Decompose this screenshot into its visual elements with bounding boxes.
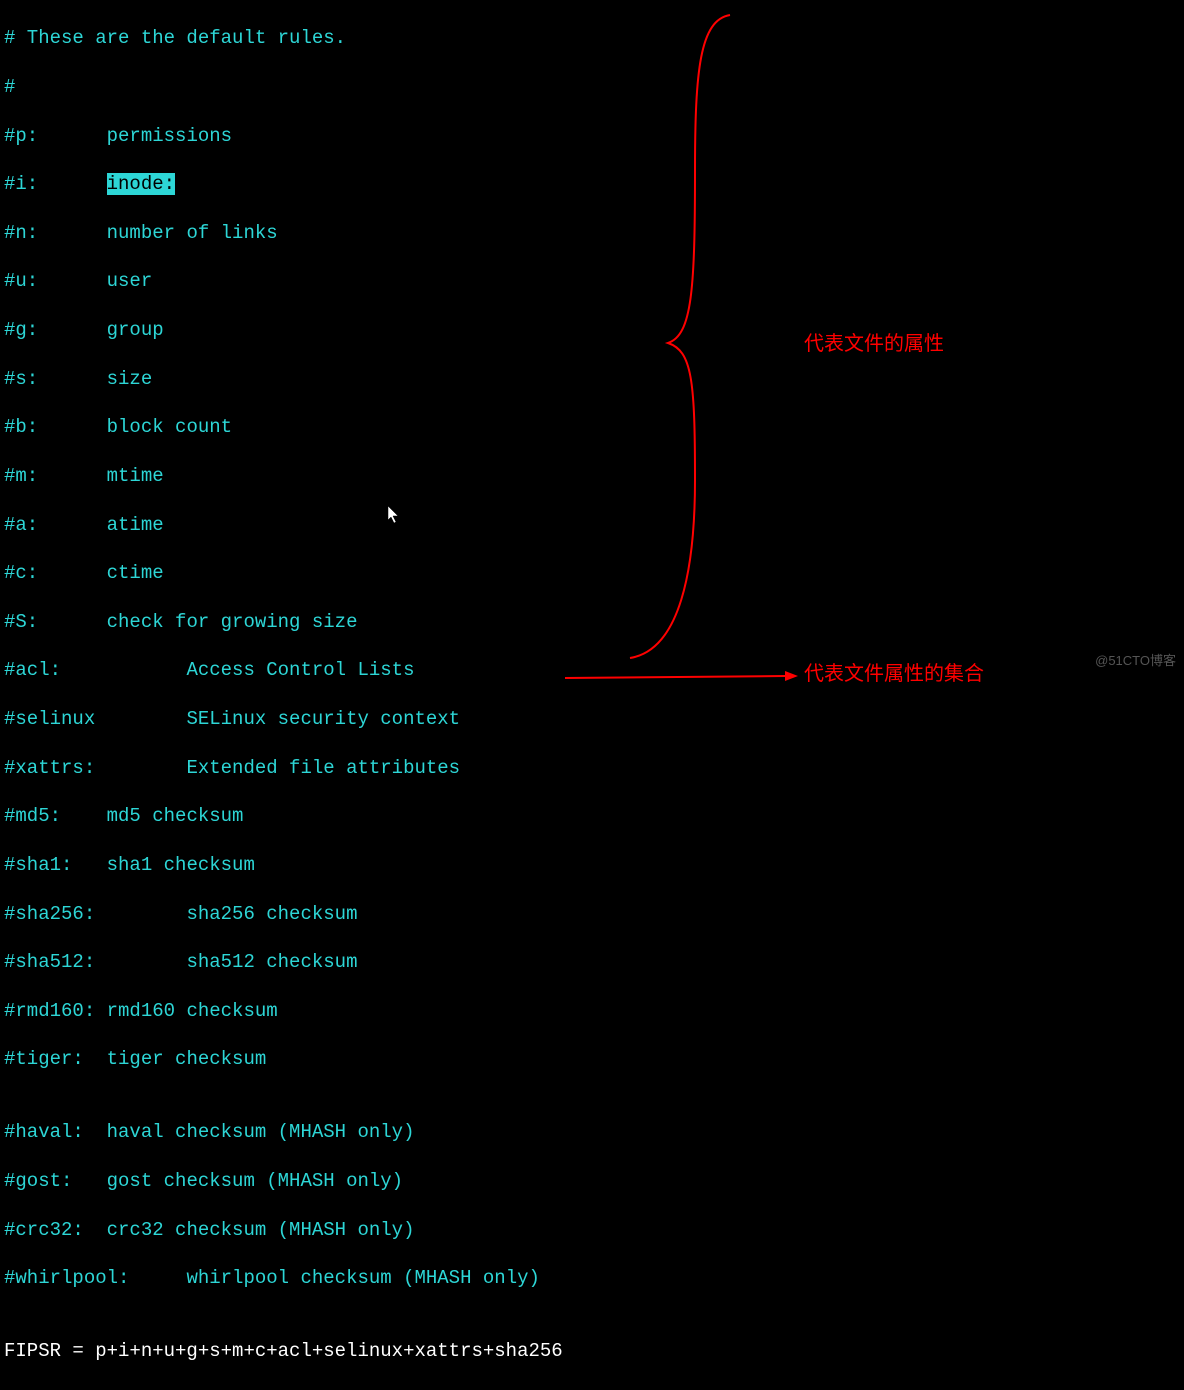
arrow-annotation-icon: [560, 664, 810, 694]
rule-line: #haval: haval checksum (MHASH only): [4, 1120, 1180, 1144]
annotation-attrs: 代表文件的属性: [804, 332, 944, 358]
rule-line: #crc32: crc32 checksum (MHASH only): [4, 1218, 1180, 1242]
watermark-text: @51CTO博客: [1095, 653, 1176, 670]
rule-line: #u: user: [4, 269, 1180, 293]
rule-line: #S: check for growing size: [4, 610, 1180, 634]
rule-line: #g: group: [4, 318, 1180, 342]
rule-line: #md5: md5 checksum: [4, 804, 1180, 828]
highlighted-text: inode:: [107, 173, 175, 195]
annotation-set: 代表文件属性的集合: [804, 662, 984, 688]
rule-line: #selinux SELinux security context: [4, 707, 1180, 731]
rule-line: #rmd160: rmd160 checksum: [4, 999, 1180, 1023]
rule-line: #a: atime: [4, 513, 1180, 537]
rule-line: #sha256: sha256 checksum: [4, 902, 1180, 926]
rule-line: #gost: gost checksum (MHASH only): [4, 1169, 1180, 1193]
rule-line: #sha512: sha512 checksum: [4, 950, 1180, 974]
rule-line: #tiger: tiger checksum: [4, 1047, 1180, 1071]
rule-line: #m: mtime: [4, 464, 1180, 488]
brace-annotation-icon: [620, 10, 800, 660]
rule-line: #p: permissions: [4, 124, 1180, 148]
rule-line: #b: block count: [4, 415, 1180, 439]
rule-line: #c: ctime: [4, 561, 1180, 585]
comment-line: # These are the default rules.: [4, 26, 1180, 50]
terminal-output: # These are the default rules. # #p: per…: [0, 0, 1184, 1390]
rule-line: #sha1: sha1 checksum: [4, 853, 1180, 877]
formula-line: FIPSR = p+i+n+u+g+s+m+c+acl+selinux+xatt…: [4, 1339, 1180, 1363]
rule-line: #whirlpool: whirlpool checksum (MHASH on…: [4, 1266, 1180, 1290]
rule-line: #n: number of links: [4, 221, 1180, 245]
rule-line: #xattrs: Extended file attributes: [4, 756, 1180, 780]
rule-line: #i: inode:: [4, 172, 1180, 196]
comment-line: #: [4, 75, 1180, 99]
rule-line: #s: size: [4, 367, 1180, 391]
